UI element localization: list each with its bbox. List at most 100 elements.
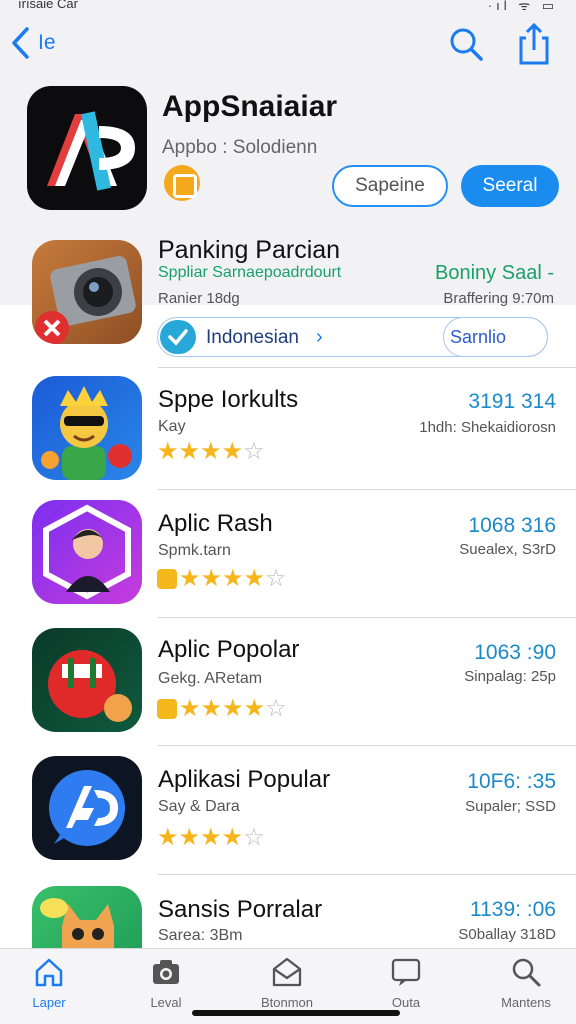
app-title-2[interactable]: Aplic Rash xyxy=(158,510,273,538)
app-icon-1[interactable] xyxy=(32,376,142,480)
star-icon: ★ xyxy=(179,695,201,722)
divider xyxy=(158,745,576,746)
app-price-2: 1068 316 xyxy=(468,514,556,537)
featured-price: Boniny Saal - xyxy=(435,262,554,284)
app-icon-camera[interactable] xyxy=(32,240,142,344)
status-bar: ırısaie Car ·ıl ᯤ ▭ xyxy=(0,0,576,16)
home-indicator xyxy=(192,1010,400,1016)
app-title-4[interactable]: Aplikasi Popular xyxy=(158,766,330,794)
app-icon-hero[interactable] xyxy=(27,86,147,210)
app-title-5[interactable]: Sansis Porralar xyxy=(158,896,322,924)
tab-label: Outa xyxy=(391,995,421,1010)
app-price-5: 1139: :06 xyxy=(469,898,556,921)
tab-camera[interactable]: Leval xyxy=(111,955,221,1015)
star-icon: ★ xyxy=(200,565,223,592)
star-empty-icon: ☆ xyxy=(265,565,287,592)
tab-home[interactable]: Laper xyxy=(0,955,104,1015)
tab-label: Btonmon xyxy=(260,995,314,1010)
app-sub-4: Say & Dara xyxy=(158,798,240,815)
back-button[interactable]: Ie xyxy=(10,26,56,60)
home-icon xyxy=(35,958,63,987)
app-title-1[interactable]: Sppe Iorkults xyxy=(158,386,298,414)
featured-app-title: Panking Parcian xyxy=(158,236,341,264)
secondary-button[interactable]: Sapeine xyxy=(332,165,448,207)
camera-icon xyxy=(35,256,136,344)
divider xyxy=(158,617,576,618)
app-price-sub-3: Sinpalag: 25p xyxy=(464,668,556,685)
app-sub-3: Gekg. ARetam xyxy=(158,670,263,687)
status-icons: ·ıl ᯤ ▭ xyxy=(487,0,558,13)
star-icon: ★ xyxy=(200,695,223,722)
camera-icon xyxy=(153,960,179,984)
featured-app-meta: Ranier 18dg xyxy=(158,290,240,307)
app-sub-2: Spmk.tarn xyxy=(158,542,231,559)
app-icon-4[interactable] xyxy=(32,756,142,860)
star-icon: ★ xyxy=(178,438,201,465)
search-icon xyxy=(450,28,483,61)
checkmark-icon xyxy=(160,320,196,354)
language-selector[interactable]: Indonesian › Sarnlio xyxy=(157,316,548,357)
person-hex-icon xyxy=(43,504,131,600)
carrier-label: ırısaie Car xyxy=(18,0,78,11)
rating-stars-1: ★ ★ ★ ★ ☆ xyxy=(157,438,265,465)
app-icon-3[interactable] xyxy=(32,628,142,732)
mail-box-icon xyxy=(272,957,302,987)
app-price-1: 3191 314 xyxy=(468,390,556,413)
star-icon: ★ xyxy=(221,824,244,851)
tab-search[interactable]: Mantens xyxy=(471,955,576,1015)
star-icon: ★ xyxy=(178,824,201,851)
star-icon: ★ xyxy=(157,824,179,851)
tab-inbox[interactable]: Btonmon xyxy=(232,955,342,1015)
featured-app-subtitle: Sppliar Sarnaepoadrdourt xyxy=(158,264,342,281)
award-badge-icon xyxy=(157,569,177,589)
nav-bar: Ie xyxy=(0,18,576,70)
star-icon: ★ xyxy=(157,438,179,465)
hero-app-title: AppSnaiaiar xyxy=(162,90,338,123)
rating-stars-3: ★ ★ ★ ★ ☆ xyxy=(157,695,287,722)
search-icon xyxy=(512,958,541,987)
chevron-left-icon xyxy=(12,27,29,59)
app-title-3[interactable]: Aplic Popolar xyxy=(158,636,299,664)
language-label: Indonesian xyxy=(206,327,299,348)
divider xyxy=(158,874,576,875)
app-price-sub-2: Suealex, S3rD xyxy=(459,541,556,558)
share-icon xyxy=(519,22,549,65)
chevron-right-icon: › xyxy=(316,326,323,348)
language-right-pill[interactable] xyxy=(443,316,548,357)
tab-label: Mantens xyxy=(501,995,551,1010)
app-price-3: 1063 :90 xyxy=(474,641,556,664)
rating-stars-4: ★ ★ ★ ★ ☆ xyxy=(157,824,265,851)
star-icon: ★ xyxy=(222,565,244,592)
divider xyxy=(158,367,576,368)
ad-logo-icon xyxy=(49,770,125,846)
hero-app-subtitle: Appbo : Solodienn xyxy=(162,137,318,158)
featured-price-sub: Braffering 9:70m xyxy=(443,290,554,307)
chat-bubble-icon xyxy=(391,958,421,986)
star-icon: ★ xyxy=(179,565,201,592)
divider xyxy=(158,489,576,490)
rating-stars-2: ★ ★ ★ ★ ☆ xyxy=(157,565,287,592)
star-empty-icon: ☆ xyxy=(243,824,265,851)
app-icon-2[interactable] xyxy=(32,500,142,604)
tab-label: Leval xyxy=(150,995,182,1010)
award-badge-icon xyxy=(157,699,177,719)
red-character-icon xyxy=(48,650,132,722)
cartoon-character-icon xyxy=(41,386,132,480)
back-label: Ie xyxy=(38,31,56,54)
app-price-sub-4: Supaler; SSD xyxy=(465,798,556,815)
app-sub-5: Sarea: 3Bm xyxy=(158,927,243,944)
app-price-4: 10F6: :35 xyxy=(467,770,556,793)
star-icon: ★ xyxy=(243,565,266,592)
tab-label: Laper xyxy=(32,995,66,1010)
star-icon: ★ xyxy=(222,695,244,722)
tab-messages[interactable]: Outa xyxy=(351,955,461,1015)
app-sub-1: Kay xyxy=(158,418,186,435)
search-button[interactable] xyxy=(446,24,486,64)
star-empty-icon: ☆ xyxy=(265,695,287,722)
app-price-sub-5: S0ballay 318D xyxy=(458,926,556,943)
star-icon: ★ xyxy=(221,438,244,465)
star-icon: ★ xyxy=(200,438,222,465)
star-icon: ★ xyxy=(200,824,222,851)
primary-button[interactable]: Seeral xyxy=(461,165,559,207)
share-button[interactable] xyxy=(514,22,554,66)
